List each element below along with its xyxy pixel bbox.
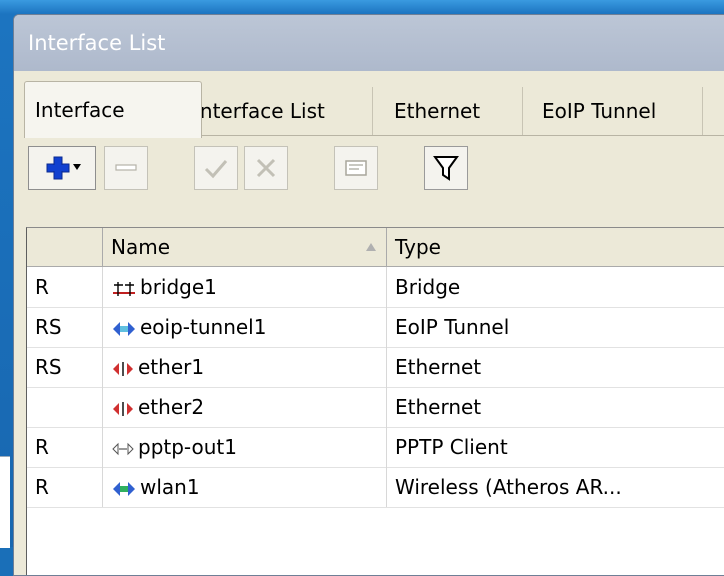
ethernet-icon <box>113 401 133 416</box>
window-body: Interface Interface List Ethernet EoIP T… <box>14 71 724 575</box>
table-row[interactable]: R wlan1 Wireless (Atheros AR... <box>27 467 724 508</box>
row-name: ether2 <box>103 387 387 427</box>
row-flags: R <box>27 427 103 467</box>
note-icon <box>345 160 367 176</box>
row-name: bridge1 <box>103 267 387 307</box>
column-header-flags[interactable] <box>27 228 103 266</box>
row-name-text: bridge1 <box>140 275 217 299</box>
filter-icon <box>433 156 459 181</box>
remove-button[interactable] <box>104 146 148 190</box>
enable-button[interactable] <box>194 146 238 190</box>
column-header-name-label: Name <box>111 235 171 259</box>
disable-button[interactable] <box>244 146 288 190</box>
ethernet-icon <box>113 361 133 376</box>
table-row[interactable]: R pptp-out1 PPTP Client <box>27 427 724 468</box>
plus-icon <box>46 156 81 180</box>
checkmark-icon <box>204 160 228 179</box>
comment-button[interactable] <box>334 146 378 190</box>
table-row[interactable]: RS eoip-tunnel1 EoIP Tunnel <box>27 307 724 348</box>
row-type: PPTP Client <box>387 427 724 467</box>
row-type: Wireless (Atheros AR... <box>387 467 724 507</box>
row-flags: R <box>27 267 103 307</box>
tab-bar: Interface Interface List Ethernet EoIP T… <box>24 81 724 138</box>
row-name-text: ether2 <box>138 395 205 419</box>
tunnel-icon <box>113 321 135 336</box>
tab-ethernet[interactable]: Ethernet <box>384 87 523 135</box>
row-name-text: pptp-out1 <box>138 435 237 459</box>
row-type: Bridge <box>387 267 724 307</box>
row-name: eoip-tunnel1 <box>103 307 387 347</box>
row-name: pptp-out1 <box>103 427 387 467</box>
minus-icon <box>115 164 137 171</box>
toolbar <box>26 146 724 194</box>
table-row[interactable]: ether2 Ethernet <box>27 387 724 428</box>
row-flags: RS <box>27 307 103 347</box>
bridge-icon <box>113 281 135 296</box>
interface-list-window: Interface List Interface Interface List … <box>13 14 724 576</box>
row-type: Ethernet <box>387 347 724 387</box>
row-flags: RS <box>27 347 103 387</box>
filter-button[interactable] <box>424 146 468 190</box>
table-row[interactable]: RS ether1 Ethernet <box>27 347 724 388</box>
row-name-text: ether1 <box>138 355 205 379</box>
column-header-type[interactable]: Type <box>387 228 724 266</box>
table-row[interactable]: R bridge1 Bridge <box>27 267 724 308</box>
sort-ascending-icon <box>366 243 376 251</box>
background-window-edge <box>0 456 10 548</box>
pptp-client-icon <box>112 442 134 455</box>
add-button[interactable] <box>28 146 96 190</box>
wireless-icon <box>113 481 135 496</box>
tab-interface[interactable]: Interface <box>24 81 202 138</box>
cross-icon <box>256 158 276 178</box>
row-type: Ethernet <box>387 387 724 427</box>
row-name: wlan1 <box>103 467 387 507</box>
interface-table: Name Type L R bridge1 Bridge <box>26 227 724 575</box>
window-title[interactable]: Interface List <box>14 15 724 71</box>
row-flags: R <box>27 467 103 507</box>
row-type: EoIP Tunnel <box>387 307 724 347</box>
row-name-text: eoip-tunnel1 <box>140 315 267 339</box>
row-name: ether1 <box>103 347 387 387</box>
tab-eoip-tunnel[interactable]: EoIP Tunnel <box>532 87 703 135</box>
row-flags <box>27 387 103 427</box>
column-header-name[interactable]: Name <box>103 228 387 266</box>
table-header: Name Type L <box>27 228 724 267</box>
row-name-text: wlan1 <box>140 475 200 499</box>
tab-interface-list[interactable]: Interface List <box>184 87 373 135</box>
